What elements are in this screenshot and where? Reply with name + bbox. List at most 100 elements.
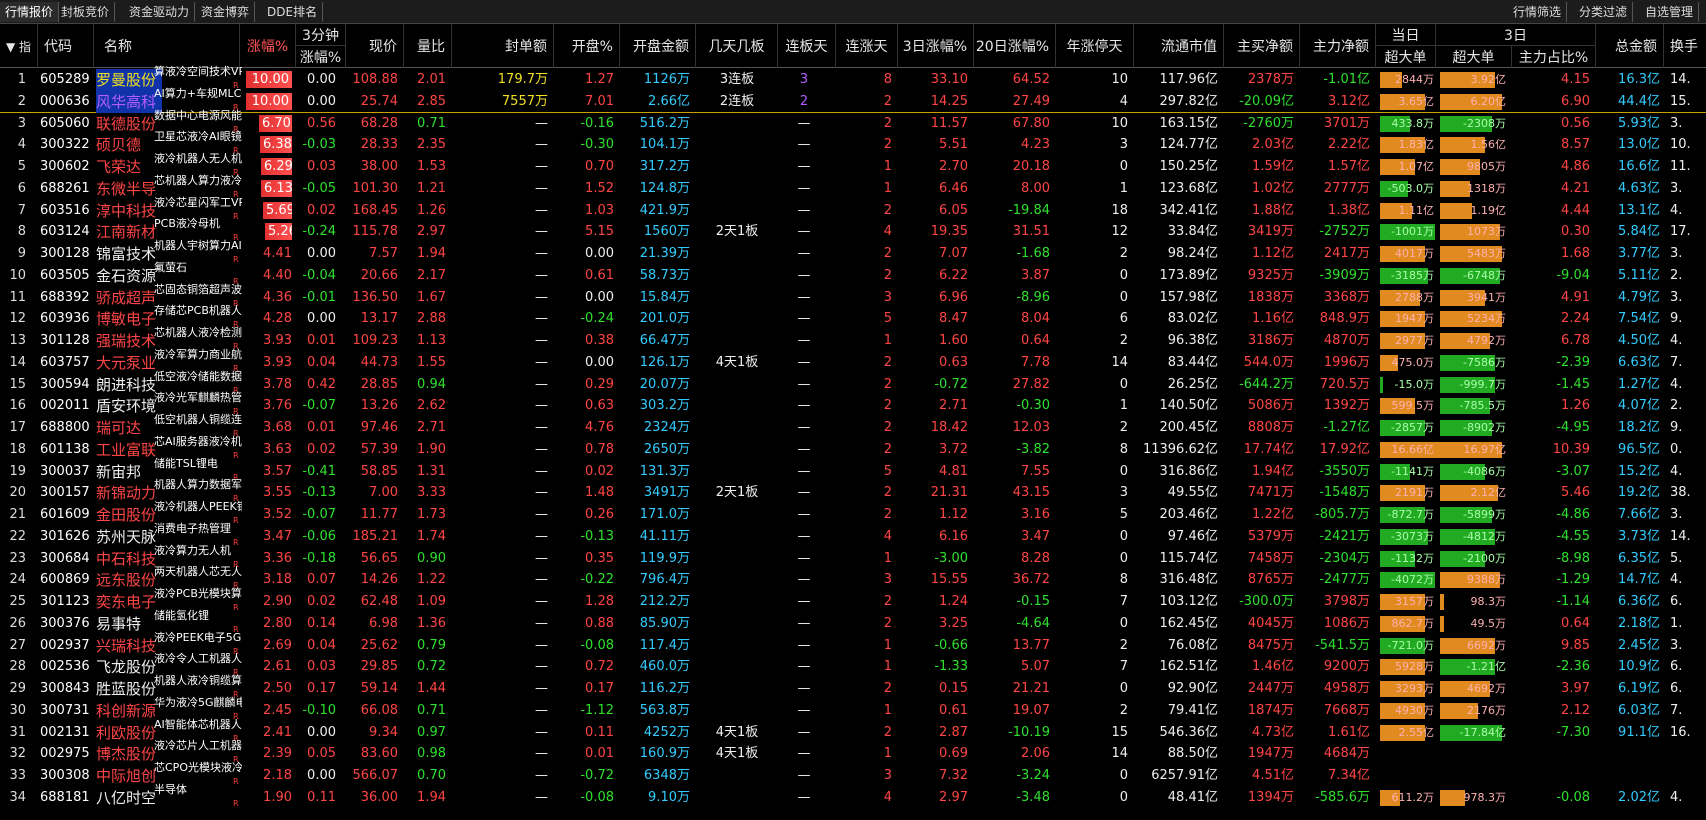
3min-change: 0.02 — [307, 202, 336, 218]
table-row[interactable]: 2 000636 风华高科 AI算力+车规MLCC R 10.00 0.00 25.74 2.8… — [0, 87, 1706, 113]
tab-0[interactable]: 行情报价 — [0, 2, 60, 22]
header-name[interactable]: 名称 — [94, 24, 240, 68]
table-row[interactable]: 23 300684 中石科技 液冷算力无人机 R 3.36 -0.18 56.65 0.90—0… — [0, 544, 1706, 570]
open-amount: 1560万 — [643, 224, 690, 240]
header-code[interactable]: 代码 — [38, 24, 94, 68]
tab-1[interactable]: 封板竞价 — [56, 2, 116, 22]
stock-topic: 液冷PEEK电子5G — [154, 630, 242, 644]
header-main-buy-net[interactable]: 主买净额 — [1224, 24, 1300, 68]
header-3day-pct[interactable]: 3日涨幅% — [898, 24, 974, 68]
header-main-ratio[interactable]: 主力占比% — [1512, 46, 1596, 68]
table-row[interactable]: 20 300157 新锦动力 机器人算力数据军 R 3.55 -0.13 7.00 3.33—1… — [0, 478, 1706, 504]
header-seal-amount[interactable]: 封单额 — [452, 24, 554, 68]
3day-super-value: 6692万 — [1467, 638, 1506, 652]
table-row[interactable]: 15300594朗进科技低空液冷储能数据交通R3.780.4228.850.94… — [0, 370, 1706, 396]
table-row[interactable]: 28002536飞龙股份液冷令人工机器人军汽R2.610.0329.850.72… — [0, 652, 1706, 678]
table-row[interactable]: 19 300037 新宙邦 储能TSL锂电 R 3.57 -0.41 58.85 1.31—0.… — [0, 457, 1706, 483]
20day-change: 7.55 — [1021, 463, 1050, 479]
header-turnover[interactable]: 换手 — [1664, 24, 1706, 68]
main-net: 3701万 — [1323, 115, 1370, 131]
header-today-super[interactable]: 超大单 — [1376, 46, 1436, 68]
float-mcap: 115.74亿 — [1159, 550, 1219, 566]
change-pct: 4.40 — [240, 265, 292, 287]
header-float-mcap[interactable]: 流通市值 — [1134, 24, 1224, 68]
change-pct-value: 3.93 — [263, 333, 292, 348]
table-row[interactable]: 29300843胜蓝股份机器人液冷铜缆算力R2.500.1759.141.44—… — [0, 674, 1706, 700]
tab-4[interactable]: DDE排名 — [262, 2, 324, 22]
table-row[interactable]: 18601138工业富联芯AI服务器液冷机器R3.630.0257.391.90… — [0, 435, 1706, 461]
header-ytd-limit-days[interactable]: 年涨停天 — [1056, 24, 1134, 68]
table-row[interactable]: 13301128强瑞技术芯机器人液冷检测设备R3.930.01109.231.1… — [0, 326, 1706, 352]
table-row[interactable]: 21601609金田股份液冷机器人PEEK铜稀土R3.52-0.0711.771… — [0, 500, 1706, 526]
header-index[interactable]: ▼ 指 — [0, 24, 38, 68]
row-index: 13 — [9, 333, 26, 348]
header-change-pct[interactable]: 涨幅% — [240, 24, 296, 68]
tab-right-1[interactable]: 分类过滤 — [1574, 2, 1634, 22]
main-buy-net: 1947万 — [1247, 746, 1294, 762]
main-net: -805.7万 — [1315, 507, 1370, 522]
table-row[interactable]: 4300322硕贝德卫星芯液冷AI眼镜无人R6.38-0.0328.332.35… — [0, 130, 1706, 156]
change-pct: 5.26 — [240, 221, 292, 243]
change-pct-value: 3.63 — [263, 441, 292, 457]
header-3day-super[interactable]: 超大单 — [1436, 46, 1512, 68]
table-row[interactable]: 6 688261 东微半导 芯机器人算力液冷 R 6.13 -0.05 101.30 1.21—… — [0, 174, 1706, 200]
header-main-net[interactable]: 主力净额 — [1300, 24, 1376, 68]
seal-amount: — — [535, 246, 548, 261]
today-super-value: -4072万 — [1391, 573, 1434, 587]
float-mcap: 33.84亿 — [1167, 224, 1218, 240]
open-amount: 6348万 — [643, 768, 690, 783]
float-mcap: 123.68亿 — [1159, 180, 1219, 196]
stock-topic: 卫星芯液冷AI眼镜无人 — [154, 130, 242, 144]
header-limit-days[interactable]: 连板天 — [778, 24, 836, 68]
table-row[interactable]: 17688800瑞可达低空机器人铜缆连接器R3.680.0197.462.71—… — [0, 413, 1706, 439]
table-row[interactable]: 25301123奕东电子液冷PCB光模块算力R2.900.0262.481.09… — [0, 587, 1706, 613]
table-row[interactable]: 32002975博杰股份液冷芯片人工机器人R2.390.0583.600.98—… — [0, 739, 1706, 765]
tab-right-0[interactable]: 行情筛选 — [1508, 2, 1568, 22]
table-row[interactable]: 24600869远东股份两天机器人芯无人机R3.180.0714.261.22—… — [0, 565, 1706, 591]
20day-change: 2.06 — [1021, 746, 1050, 762]
change-pct: 2.50 — [240, 678, 292, 700]
header-open-amount[interactable]: 开盘金额 — [620, 24, 696, 68]
table-row[interactable]: 16 002011 盾安环境 液冷光军麒麟热管 R 3.76 -0.07 13.26 2.62—… — [0, 391, 1706, 417]
header-volume-ratio[interactable]: 量比 — [404, 24, 452, 68]
tab-3[interactable]: 资金博弈 — [196, 2, 256, 22]
stock-topic: 液冷机器人PEEK铜稀土 — [154, 500, 242, 513]
boards — [696, 395, 778, 417]
tab-2[interactable]: 资金驱动力 — [124, 2, 196, 22]
header-price[interactable]: 现价 — [346, 24, 404, 68]
table-row[interactable]: 9300128锦富技术机器人宇树算力AI眼镜R4.410.007.571.94—… — [0, 239, 1706, 265]
table-row[interactable]: 30300731科创新源华为液冷5G麒麟电池R2.45-0.1066.080.7… — [0, 696, 1706, 722]
table-row[interactable]: 5300602飞荣达液冷机器人无人机算R6.290.0338.001.53—0.… — [0, 152, 1706, 178]
table-row[interactable]: 1 605289 罗曼股份 算液冷空间技术VR R 10.00 0.00 108.88 2.01… — [0, 65, 1706, 91]
header-open-pct[interactable]: 开盘% — [554, 24, 620, 68]
table-row[interactable]: 3 605060 联德股份 数据中心电源风能 R 6.70 0.56 68.28 0.71— -0… — [0, 109, 1706, 135]
limit-days: — — [797, 572, 811, 588]
table-row[interactable]: 34 688181 八亿时空 半导体 R 1.90 0.11 36.00 1.94— -0.08 9… — [0, 783, 1706, 809]
table-row[interactable]: 33 300308 中际旭创 芯CPO光模块液冷 R 2.18 0.00 566.07 0.70… — [0, 761, 1706, 787]
float-mcap: 316.48亿 — [1159, 572, 1219, 588]
table-row[interactable]: 22 301626 苏州天脉 消费电子热管理 R 3.47 -0.06 185.21 1.74—… — [0, 522, 1706, 548]
rise-days: 2 — [883, 376, 892, 392]
tab-right-2[interactable]: 自选管理 — [1640, 2, 1700, 22]
header-rise-days[interactable]: 连涨天 — [836, 24, 898, 68]
ytd-limit-days: 10 — [1111, 115, 1128, 131]
header-total-amount[interactable]: 总金额 — [1596, 24, 1664, 68]
table-row[interactable]: 7 603516 淳中科技 液冷芯星闪军工VR R 5.69 0.02 168.45 1.26—… — [0, 196, 1706, 222]
table-row[interactable]: 11688392骄成超声芯固态铜箔超声波焊接R4.36-0.01136.501.… — [0, 283, 1706, 309]
table-row[interactable]: 12 603936 博敏电子 存储芯PCB机器人 R 4.28 0.00 13.17 2.88—… — [0, 304, 1706, 330]
today-super-value: -872.7万 — [1387, 508, 1434, 521]
stock-name: 飞荣达 — [96, 158, 142, 176]
rise-days: 1 — [883, 702, 892, 718]
table-row[interactable]: 10 603505 金石资源 氟萤石 R 4.40 -0.04 20.66 2.17—0.61 5… — [0, 261, 1706, 287]
header-20day-pct[interactable]: 20日涨幅% — [974, 24, 1056, 68]
main-buy-net: 1.94亿 — [1252, 463, 1294, 479]
header-boards[interactable]: 几天几板 — [696, 24, 778, 68]
header-3min[interactable]: 3分钟 — [296, 24, 346, 46]
table-row[interactable]: 14603757大元泵业液冷军算力商业航天R3.930.0444.731.55—… — [0, 348, 1706, 374]
table-row[interactable]: 31002131利欧股份AI智能体芯机器人液冷R2.410.009.340.97… — [0, 718, 1706, 744]
change-pct: 2.69 — [240, 635, 292, 657]
table-row[interactable]: 27 002937 兴瑞科技 液冷PEEK电子5G R 2.69 0.04 25.62 0.79… — [0, 631, 1706, 657]
table-row[interactable]: 26 300376 易事特 储能氢化锂 R 2.80 0.14 6.98 1.36—0.88 85… — [0, 609, 1706, 635]
table-row[interactable]: 8603124江南新材PCB液冷母机R5.26-0.24115.782.97—5… — [0, 217, 1706, 243]
header-3min-pct[interactable]: 涨幅% — [296, 46, 346, 68]
